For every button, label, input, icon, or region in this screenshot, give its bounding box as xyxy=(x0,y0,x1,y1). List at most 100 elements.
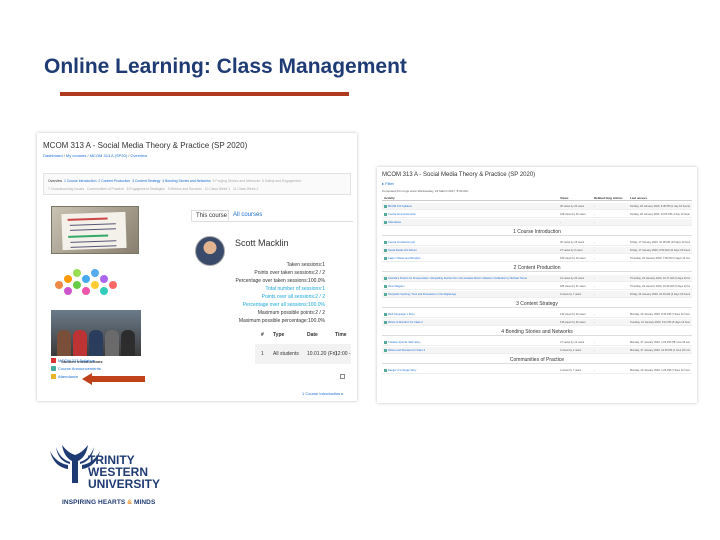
col-type: Type xyxy=(273,332,285,338)
completion-checkbox[interactable] xyxy=(340,374,345,379)
stat-percentage-all: Percentage over all sessions:100.0% xyxy=(242,302,325,308)
activity-link[interactable]: Class 1 Wows and Wonders xyxy=(384,257,554,260)
tab-class-week-2[interactable]: 11 Class Week 2 xyxy=(233,187,258,191)
hexagon-graphic xyxy=(55,269,117,295)
tab-class-week-1[interactable]: 10 Class Week 1 xyxy=(205,187,231,191)
table-row: Course Introduction.ppt 30 views by 15 us… xyxy=(382,239,692,246)
tab-content-production[interactable]: 2 Content Production xyxy=(98,179,130,183)
course-page-screenshot: MCOM 313 A - Social Media Theory & Pract… xyxy=(37,133,357,401)
tab-bonding-stories[interactable]: 4 Bonding Stories and Networks xyxy=(162,179,210,183)
stat-max-points: Maximum possible points:2 / 2 xyxy=(257,310,325,316)
tab-crowdsourcing[interactable]: 7 Crowdsourcing Issues xyxy=(48,187,84,191)
tab-forging-stories[interactable]: 5 Forging Stories and Networks xyxy=(213,179,261,183)
wordmark-line-3: UNIVERSITY xyxy=(88,477,161,491)
blog-cell: - xyxy=(594,277,595,280)
pdf-icon xyxy=(51,358,56,363)
university-wordmark: TRINITY WESTERN UNIVERSITY xyxy=(88,454,160,490)
activity-name: Course Announcements xyxy=(388,213,416,216)
section-heading: 2 Content Production xyxy=(382,263,692,272)
activity-link[interactable]: Social Media 101 School xyxy=(384,249,554,252)
activity-icon xyxy=(384,257,387,260)
table-row: Social Media 101 School 27 views by 9 use… xyxy=(382,247,692,254)
activity-name: Creative Journal: Web Story xyxy=(388,341,421,344)
col-time: Time xyxy=(335,332,347,338)
activity-link[interactable]: Storyteller Uprising: Trust and Persuasi… xyxy=(384,293,554,296)
activity-link[interactable]: Web Campaign 1 Story xyxy=(384,313,554,316)
activity-link[interactable]: Course Introduction.ppt xyxy=(384,241,554,244)
activity-icon xyxy=(384,341,387,344)
blog-cell: - xyxy=(594,213,595,216)
activity-link[interactable]: Waves and Wonders for Class 3 xyxy=(384,349,554,352)
activity-name: Attendance xyxy=(388,221,402,224)
blog-cell: - xyxy=(594,241,595,244)
activity-link[interactable]: MCOM 313 Syllabus xyxy=(384,205,554,208)
activity-link[interactable]: Attendance xyxy=(384,221,554,224)
last-access-cell: Sunday, 26 January 2020, 12:06 PM (1 day… xyxy=(630,213,690,216)
last-access-cell: Sunday, 26 January 2020, 3:38 PM (1 day … xyxy=(630,205,690,208)
activity-link[interactable]: Creative Journal: Web Story xyxy=(384,341,554,344)
activity-icon xyxy=(384,321,387,324)
breadcrumb-my-courses[interactable]: My courses xyxy=(66,153,86,158)
activity-name: Web Campaign 1 Story xyxy=(388,313,415,316)
whiteboard-photo xyxy=(51,206,139,254)
blog-cell: - xyxy=(594,341,595,344)
activity-report-screenshot: MCOM 313 A - Social Media Theory & Pract… xyxy=(377,167,697,403)
views-cell: 160 views by 19 users xyxy=(560,257,586,260)
tab-all-courses[interactable]: All courses xyxy=(233,212,262,218)
cell-number: 1 xyxy=(261,351,264,357)
student-name: Scott Macklin xyxy=(235,238,289,248)
tab-safety-engagement[interactable]: 6 Safety and Engagement xyxy=(262,179,301,183)
breadcrumb-overview[interactable]: Overview xyxy=(130,153,147,158)
breadcrumb: Dashboard / My courses / MCOM 313 A (SP2… xyxy=(43,153,148,158)
activity-link[interactable]: Venn Diagram xyxy=(384,285,554,288)
announcements-link[interactable]: Course Announcements xyxy=(51,366,101,371)
table-row: MCOM 313 Syllabus 30 views by 20 users - Su… xyxy=(382,203,692,210)
syllabus-link-label: MCOM 313 Syllabus xyxy=(58,358,95,363)
views-cell: 169 views by 19 users xyxy=(560,213,586,216)
stat-taken-sessions: Taken sessions:1 xyxy=(286,262,325,268)
stat-points-all: Points over all sessions:2 / 2 xyxy=(261,294,325,300)
table-row: Wow's & Wonder's for Class 2 135 views by… xyxy=(382,319,692,326)
activity-name: Wow's & Wonder's for Class 2 xyxy=(388,321,423,324)
activity-icon xyxy=(384,277,387,280)
blog-cell: - xyxy=(594,257,595,260)
report-course-title: MCOM 313 A - Social Media Theory & Pract… xyxy=(382,172,536,178)
col-date: Date xyxy=(307,332,318,338)
tab-overview[interactable]: Overview xyxy=(48,179,62,183)
activity-name: MCOM 313 Syllabus xyxy=(388,205,412,208)
activity-name: Course Introduction.ppt xyxy=(388,241,415,244)
activity-link[interactable]: Aristotle's Poetics for Screenwriters: S… xyxy=(384,277,554,280)
tab-content-strategy[interactable]: 3 Content Strategy xyxy=(132,179,160,183)
activity-link[interactable]: Wow's & Wonder's for Class 2 xyxy=(384,321,554,324)
tab-engagement-strategies[interactable]: 8 Engagement Strategies xyxy=(127,187,165,191)
col-number: # xyxy=(261,332,264,338)
activity-icon xyxy=(384,213,387,216)
tab-metrics[interactable]: 9 Metrics and Success xyxy=(168,187,202,191)
views-cell: 27 views by 9 users xyxy=(560,249,583,252)
table-row: Web Campaign 1 Story 132 views by 20 user… xyxy=(382,311,692,318)
tagline-part-2: MINDS xyxy=(132,499,156,506)
attendance-link[interactable]: Attendance xyxy=(51,374,78,379)
attendance-link-label: Attendance xyxy=(58,374,79,379)
last-access-cell: Tuesday, 21 January 2020, 9:11 PM (6 day… xyxy=(630,321,690,324)
tab-communities[interactable]: Communities of Practice xyxy=(87,187,124,191)
last-access-cell: Thursday, 23 January 2020, 10:40 AM (4 d… xyxy=(630,285,690,288)
report-table-header: Activity Views Related blog entries Last… xyxy=(382,195,692,201)
breadcrumb-dashboard[interactable]: Dashboard xyxy=(43,153,63,158)
syllabus-link[interactable]: MCOM 313 Syllabus xyxy=(51,358,95,363)
section-nav-row-1: Overview 1 Course Introduction 2 Content… xyxy=(48,179,301,183)
last-access-cell: Monday, 20 January 2020, 1:26 PM (7 days… xyxy=(630,369,690,372)
blog-cell: - xyxy=(594,369,595,372)
next-section-link[interactable]: 1 Course Introduction ▸ xyxy=(302,391,343,396)
breadcrumb-course[interactable]: MCOM 313 A (SP20) xyxy=(90,153,127,158)
computed-note: Computed from logs since Wednesday, 22 M… xyxy=(382,189,469,193)
last-access-cell: Thursday, 23 January 2020, 7:59 PM (4 da… xyxy=(630,257,690,260)
tab-this-course[interactable]: This course xyxy=(191,210,229,221)
views-cell: 185 views by 21 users xyxy=(560,285,586,288)
activity-link[interactable]: Danger of a Single Story xyxy=(384,369,554,372)
col-views: Views xyxy=(560,196,569,200)
table-row: 1 All students 10.01.20 (Fri) 12:00 - 15… xyxy=(255,344,351,364)
filter-toggle[interactable]: ▸ Filter xyxy=(382,181,394,186)
activity-link[interactable]: Course Announcements xyxy=(384,213,554,216)
tab-course-introduction[interactable]: 1 Course Introduction xyxy=(64,179,96,183)
